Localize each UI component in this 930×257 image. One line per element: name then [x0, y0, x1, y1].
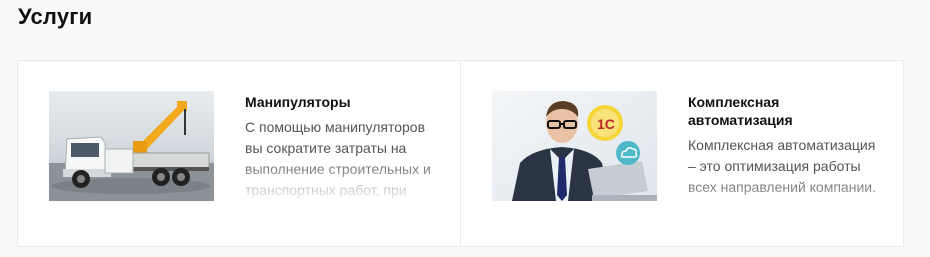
- card-description: Комплексная автоматизация – это оптимиза…: [688, 135, 883, 219]
- section-title: Услуги: [18, 4, 93, 29]
- service-card-manipulators[interactable]: Манипуляторы С помощью манипуляторов вы …: [18, 61, 460, 246]
- service-card-automation[interactable]: 1С Комплексная автоматизация Комплексная…: [460, 61, 903, 246]
- automation-image[interactable]: 1С: [492, 91, 657, 201]
- card-title[interactable]: Манипуляторы: [245, 93, 440, 111]
- services-list: Манипуляторы С помощью манипуляторов вы …: [17, 60, 904, 247]
- crane-truck-image[interactable]: [49, 91, 214, 201]
- crane-truck-icon: [49, 91, 214, 201]
- 1c-logo-text: 1С: [597, 116, 615, 132]
- businessman-icon: 1С: [492, 91, 657, 201]
- card-title[interactable]: Комплексная автоматизация: [688, 93, 883, 129]
- card-description: С помощью манипуляторов вы сократите зат…: [245, 117, 440, 201]
